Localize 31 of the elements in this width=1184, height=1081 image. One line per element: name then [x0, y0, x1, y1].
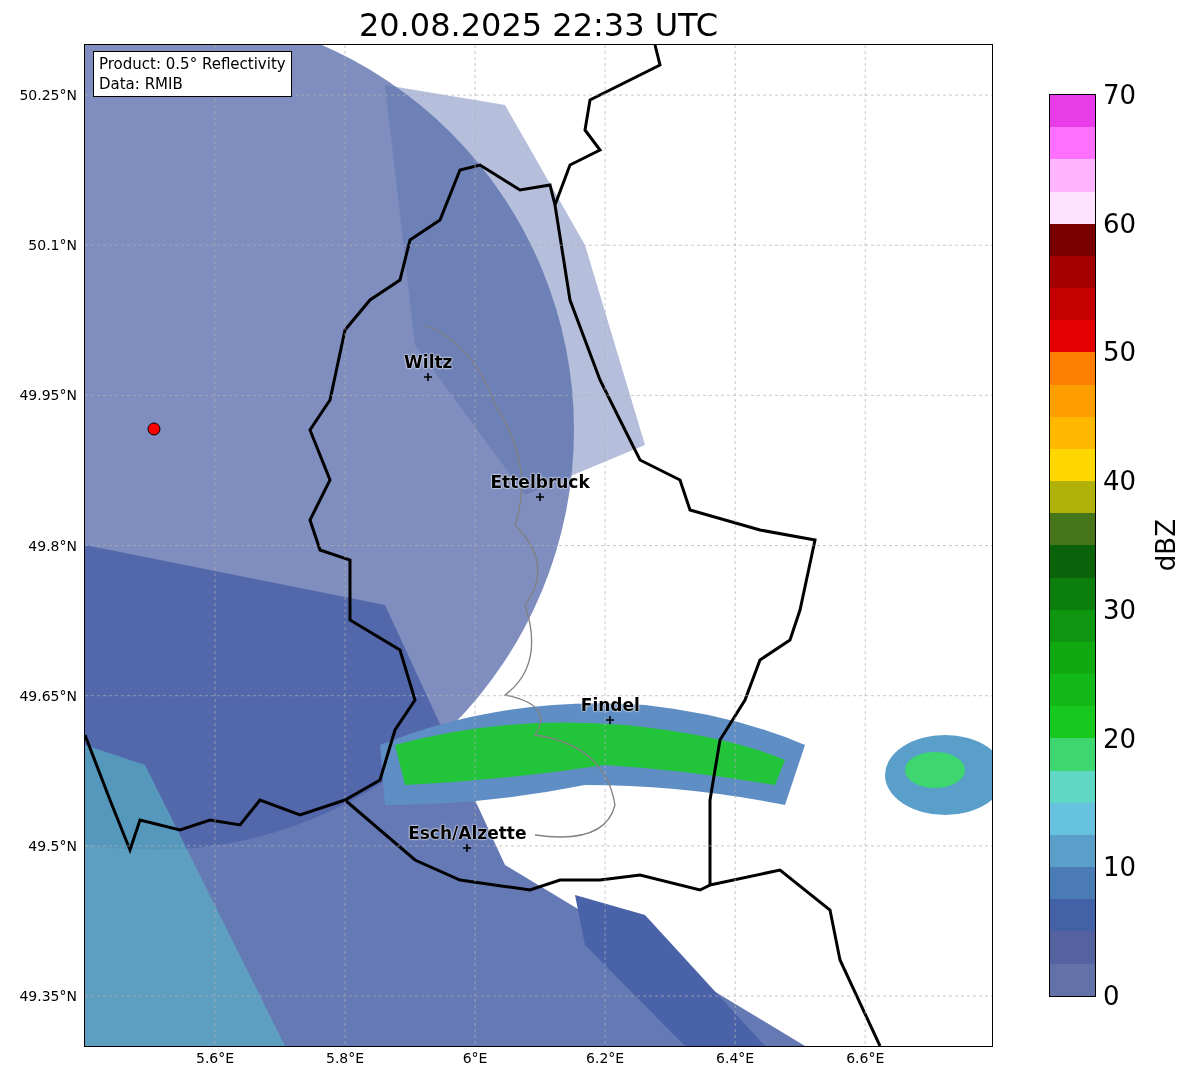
axis-tick-label: 49.5°N — [28, 836, 77, 855]
axis-tick-label: 6°E — [462, 1050, 488, 1066]
axis-tick-label: 50.25°N — [19, 86, 77, 105]
colorbar-tick-label: 20 — [1103, 723, 1137, 754]
plus-icon — [463, 843, 472, 852]
colorbar-label: dBZ — [1151, 519, 1181, 572]
axis-tick-label: 49.8°N — [28, 536, 77, 555]
axis-tick-label: 49.35°N — [19, 987, 77, 1006]
colorbar-tick-label: 10 — [1103, 852, 1137, 883]
colorbar-tick-label: 50 — [1103, 337, 1137, 368]
info-text: Data: RMIB — [99, 74, 184, 94]
axis-tick-label: 49.65°N — [19, 686, 77, 705]
city-label: Wiltz — [404, 352, 453, 373]
colorbar-tick-label: 0 — [1103, 981, 1120, 1011]
plus-icon — [424, 373, 433, 382]
plus-icon — [606, 715, 615, 724]
colorbar-tick-label: 70 — [1103, 80, 1137, 110]
colorbar-tick-label: 30 — [1103, 594, 1137, 625]
radar-site-icon — [146, 422, 161, 437]
axis-tick-label: 6.6°E — [846, 1050, 885, 1066]
axis-tick-label: 6.2°E — [586, 1050, 625, 1066]
axis-tick-label: 49.95°N — [19, 386, 77, 405]
chart-title: 20.08.2025 22:33 UTC — [358, 5, 719, 45]
colorbar-tick-label: 60 — [1103, 208, 1137, 239]
axis-tick-label: 5.8°E — [326, 1050, 365, 1066]
axis-tick-label: 6.4°E — [716, 1050, 755, 1066]
axis-tick-label: 50.1°N — [28, 236, 77, 255]
info-text: Product: 0.5° Reflectivity — [99, 54, 286, 74]
colorbar-tick-label: 40 — [1103, 466, 1137, 497]
plus-icon — [536, 493, 545, 502]
axis-tick-label: 5.6°E — [195, 1050, 235, 1066]
